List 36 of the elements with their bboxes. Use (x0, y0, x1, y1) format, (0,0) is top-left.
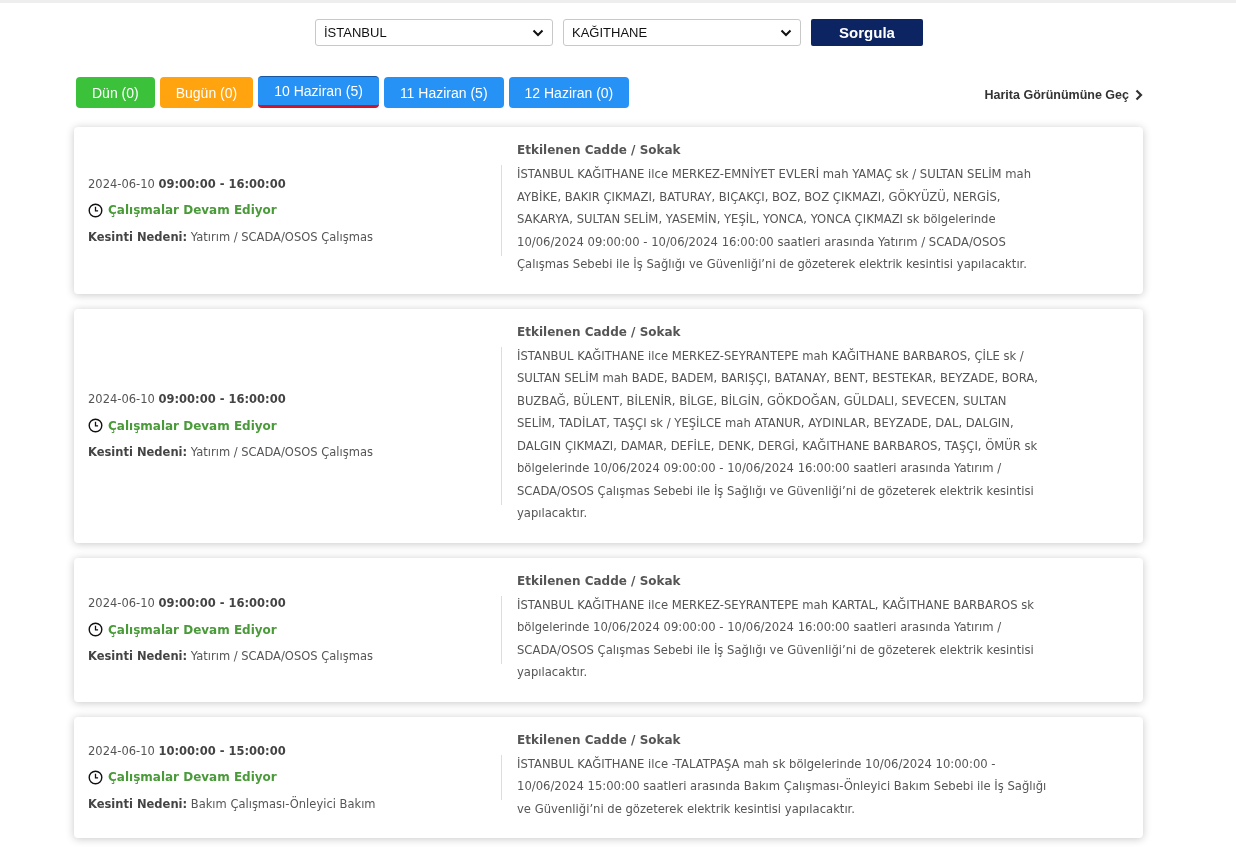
outage-time: 2024-06-10 10:00:00 - 15:00:00 (88, 743, 287, 758)
query-button[interactable]: Sorgula (811, 19, 923, 46)
day-tab[interactable]: 10 Haziran (5) (258, 76, 379, 108)
outage-time: 2024-06-10 09:00:00 - 16:00:00 (88, 392, 287, 406)
clock-icon (88, 202, 103, 218)
outage-reason: Kesinti Nedeni: Bakım Çalışması-Önleyici Bakım (88, 796, 377, 811)
affected-streets-text: İSTANBUL KAĞITHANE ilce -TALATPAŞA mah sk bölgelerinde 10/06/2024 10:00:00 - 10/06/2024 15:00:00 saatleri arasında Bakım Çalışması-Önleyici Bakım Sebebi ile İş Sağlığı ve Güvenliği’ni de gözeterek elektrik kesintisi yapılacaktır. (517, 755, 1047, 818)
outage-reason: Kesinti Nedeni: Yatırım / SCADA/OSOS Çalışmas (88, 229, 374, 244)
status-text: Çalışmalar Devam Ediyor (108, 418, 277, 433)
outage-time: 2024-06-10 09:00:00 - 16:00:00 (88, 596, 287, 610)
streets-heading: Etkilenen Cadde / Sokak (517, 143, 682, 157)
chevron-right-icon (1135, 88, 1143, 101)
day-tab[interactable]: 11 Haziran (5) (383, 77, 504, 108)
clock-icon (88, 769, 103, 785)
status-text: Çalışmalar Devam Ediyor (108, 203, 277, 218)
status-text: Çalışmalar Devam Ediyor (108, 622, 277, 637)
affected-streets-text: İSTANBUL KAĞITHANE ilce MERKEZ-EMNİYET EVLERİ mah YAMAÇ sk / SULTAN SELİM mah AYBİKE, BAKIR ÇIKMAZI, BATURAY, BIÇAKÇI, BOZ, BOZ ÇIKMAZI, GÖKYÜZÜ, NERGİS, SAKARYA, SULTAN SELİM, YASEMİN, YEŞİL, YONCA, YONCA ÇIKMAZI sk bölgelerinde 10/06/2024 09:00:00 - 10/06/2024 16:00:00 saatleri arasında Yatırım / SCADA/OSOS Çalışmas Sebebi ile İş Sağlığı ve Güvenliği’ni de gözeterek elektrik kesintisi yapılacaktır. (517, 165, 1033, 273)
affected-streets-text: İSTANBUL KAĞITHANE ilce MERKEZ-SEYRANTEPE mah KARTAL, KAĞITHANE BARBAROS sk bölgelerinde 10/06/2024 09:00:00 - 10/06/2024 16:00:00 saatleri arasında Yatırım / SCADA/OSOS Çalışmas Sebebi ile İş Sağlığı ve Güvenliği’ni de gözeterek elektrik kesintisi yapılacaktır. (517, 596, 1035, 681)
outage-time: 2024-06-10 09:00:00 - 16:00:00 (88, 176, 287, 191)
map-view-link[interactable]: Harita Görünümüne Geç (984, 83, 1143, 102)
streets-heading: Etkilenen Cadde / Sokak (517, 324, 682, 339)
day-tab[interactable]: Bugün (0) (159, 77, 254, 108)
streets-heading: Etkilenen Cadde / Sokak (517, 573, 682, 588)
streets-heading: Etkilenen Cadde / Sokak (517, 732, 682, 747)
affected-streets-text: İSTANBUL KAĞITHANE ilce MERKEZ-SEYRANTEPE mah KAĞITHANE BARBAROS, ÇİLE sk / SULTAN SELİM mah BADE, BADEM, BARIŞÇI, BATANAY, BENT, BESTEKAR, BEYZADE, BORA, BUZBAĞ, BÜLENT, BİLENİR, BİLGE, BİLGİN, GÖKDOĞAN, GÜLDALI, SEVECEN, SULTAN SELİM, TADİLAT, TAŞÇI sk / YEŞİLCE mah ATANUR, AYDINLAR, BEYZADE, DAL, DALGIN, DALGIN ÇIKMAZI, DAMAR, DEFİLE, DENK, DERGİ, KAĞITHANE BARBAROS, TAŞÇI, ÖMÜR sk bölgelerinde 10/06/2024 09:00:00 - 10/06/2024 16:00:00 saatleri arasında Yatırım / SCADA/OSOS Çalışmas Sebebi ile İş Sağlığı ve Güvenliği’ni de gözeterek elektrik kesintisi yapılacaktır. (517, 347, 1039, 522)
district-select[interactable]: KAĞITHANE (563, 19, 801, 46)
day-tab[interactable]: Dün (0) (76, 77, 155, 108)
clock-icon (88, 622, 103, 637)
day-tab[interactable]: 12 Haziran (0) (508, 77, 630, 108)
outage-reason: Kesinti Nedeni: Yatırım / SCADA/OSOS Çalışmas (88, 649, 374, 663)
dropdown-caret-icon (532, 28, 544, 37)
clock-icon (88, 418, 103, 433)
outage-reason: Kesinti Nedeni: Yatırım / SCADA/OSOS Çalışmas (88, 445, 374, 459)
city-select[interactable]: İSTANBUL (315, 19, 553, 46)
dropdown-caret-icon (780, 28, 792, 37)
status-text: Çalışmalar Devam Ediyor (108, 770, 277, 785)
